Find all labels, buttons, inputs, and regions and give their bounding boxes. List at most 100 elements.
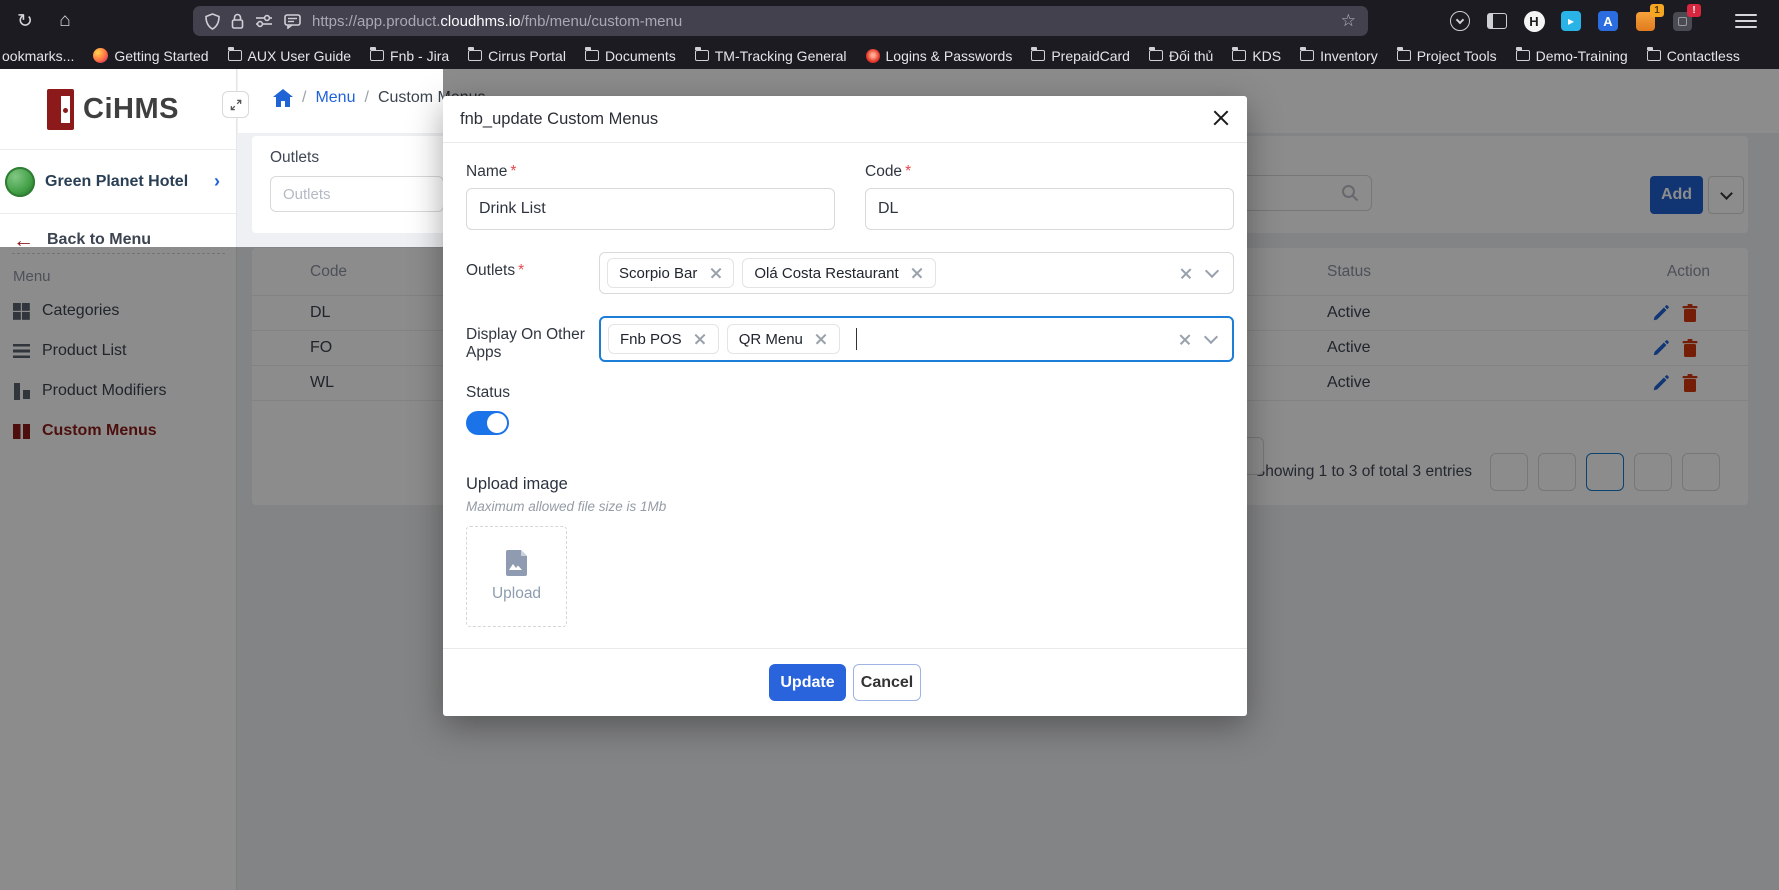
bookmark-label: AUX User Guide xyxy=(248,48,351,64)
selected-app-tag: Fnb POS xyxy=(608,324,719,354)
breadcrumb-separator: / xyxy=(364,89,368,107)
bookmark-label: Đối thủ xyxy=(1169,48,1213,64)
code-field[interactable] xyxy=(865,188,1234,230)
bookmark-item[interactable]: Logins & Passwords xyxy=(866,48,1013,64)
sidebar-collapse-button[interactable] xyxy=(222,91,249,118)
required-mark: * xyxy=(905,163,911,180)
bookmark-label: TM-Tracking General xyxy=(715,48,847,64)
bookmark-item[interactable]: Fnb - Jira xyxy=(370,48,449,64)
lock-icon[interactable] xyxy=(231,13,244,29)
display-apps-label: Display On Other Apps xyxy=(466,316,599,362)
cihms-logo-text: CiHMS xyxy=(83,93,179,126)
deepl-icon[interactable]: ▸ xyxy=(1559,9,1583,33)
bookmark-folder-icon xyxy=(93,48,108,63)
logo-row: CiHMS xyxy=(0,69,236,150)
status-label: Status xyxy=(466,384,1234,402)
chevron-down-icon[interactable] xyxy=(1206,332,1216,342)
refresh-icon[interactable]: ↻ xyxy=(10,7,40,35)
name-label: Name* xyxy=(466,163,835,181)
bookmark-folder-icon xyxy=(468,50,482,61)
upload-hint: Maximum allowed file size is 1Mb xyxy=(466,499,1234,514)
outlets-multiselect[interactable]: Scorpio BarOlá Costa Restaurant xyxy=(599,252,1234,294)
outlets-filter-select[interactable]: Outlets xyxy=(270,176,444,212)
h-extension-icon[interactable]: H xyxy=(1522,9,1546,33)
chevron-right-icon: › xyxy=(214,171,220,192)
bookmark-item[interactable]: Project Tools xyxy=(1397,48,1497,64)
text-cursor xyxy=(856,328,858,350)
translate-icon[interactable]: A xyxy=(1596,9,1620,33)
alert-extension-icon[interactable]: ! xyxy=(1670,9,1694,33)
cihms-logo-icon xyxy=(47,89,74,130)
bookmark-label: Project Tools xyxy=(1417,48,1497,64)
bookmark-item[interactable]: TM-Tracking General xyxy=(695,48,847,64)
url-text[interactable]: https://app.product.cloudhms.io/fnb/menu… xyxy=(312,13,682,30)
update-button[interactable]: Update xyxy=(769,664,846,701)
bookmark-folder-icon xyxy=(585,50,599,61)
bookmark-label: ookmarks... xyxy=(2,48,74,64)
update-custom-menus-modal: fnb_update Custom Menus Name* Code* Outl… xyxy=(443,96,1247,716)
breadcrumb-separator: / xyxy=(302,89,306,107)
hotel-name: Green Planet Hotel xyxy=(45,173,204,191)
bookmark-item[interactable]: Đối thủ xyxy=(1149,48,1213,64)
bookmark-item[interactable]: Demo-Training xyxy=(1516,48,1628,64)
shield-icon[interactable] xyxy=(205,13,220,30)
remove-tag-icon[interactable] xyxy=(911,267,924,280)
chevron-down-icon[interactable] xyxy=(1207,266,1217,276)
bookmark-folder-icon xyxy=(228,50,242,61)
modal-footer: Update Cancel xyxy=(443,648,1247,716)
bookmark-folder-icon xyxy=(1647,50,1661,61)
bookmark-item[interactable]: Getting Started xyxy=(93,48,208,64)
bookmark-item[interactable]: Inventory xyxy=(1300,48,1378,64)
pocket-icon[interactable] xyxy=(1448,9,1472,33)
display-apps-multiselect[interactable]: Fnb POSQR Menu xyxy=(599,316,1234,362)
bookmark-label: Getting Started xyxy=(114,48,208,64)
upload-button-label: Upload xyxy=(492,585,541,603)
cancel-button[interactable]: Cancel xyxy=(853,664,921,701)
breadcrumb-menu-link[interactable]: Menu xyxy=(315,89,355,107)
bookmarks-bar: ookmarks... Getting Started AUX User Gui… xyxy=(0,42,1779,69)
bookmark-item[interactable]: Contactless xyxy=(1647,48,1740,64)
bookmark-star-icon[interactable]: ☆ xyxy=(1341,11,1356,31)
sidebar-toggle-icon[interactable] xyxy=(1485,9,1509,33)
modal-header: fnb_update Custom Menus xyxy=(443,96,1247,143)
bookmark-folder-icon xyxy=(370,50,384,61)
bookmark-item[interactable]: Documents xyxy=(585,48,676,64)
required-mark: * xyxy=(518,262,524,279)
hotel-selector[interactable]: Green Planet Hotel › xyxy=(0,150,236,214)
home-icon[interactable]: ⌂ xyxy=(50,7,80,35)
bookmark-item[interactable]: Cirrus Portal xyxy=(468,48,566,64)
remove-tag-icon[interactable] xyxy=(815,333,828,346)
bookmark-folder-icon xyxy=(1516,50,1530,61)
code-label: Code* xyxy=(865,163,1234,181)
address-bar[interactable]: https://app.product.cloudhms.io/fnb/menu… xyxy=(193,6,1368,36)
upload-image-label: Upload image xyxy=(466,475,1234,494)
bookmark-label: Demo-Training xyxy=(1536,48,1628,64)
remove-tag-icon[interactable] xyxy=(709,267,722,280)
home-icon[interactable] xyxy=(273,89,293,107)
clear-selection-icon[interactable] xyxy=(1178,266,1193,281)
close-button[interactable] xyxy=(1211,108,1230,130)
bookmark-item[interactable]: AUX User Guide xyxy=(228,48,351,64)
remove-tag-icon[interactable] xyxy=(694,333,707,346)
name-field[interactable] xyxy=(466,188,835,230)
bookmark-item[interactable]: ookmarks... xyxy=(2,48,74,64)
bookmark-folder-icon xyxy=(866,49,880,63)
selected-outlet-tag: Olá Costa Restaurant xyxy=(742,258,935,288)
planet-icon xyxy=(5,167,35,197)
bookmark-folder-icon xyxy=(1300,50,1314,61)
basket-extension-icon[interactable]: 1 xyxy=(1633,9,1657,33)
notes-icon[interactable] xyxy=(284,14,301,29)
upload-dropzone[interactable]: Upload xyxy=(466,526,567,627)
bookmark-item[interactable]: PrepaidCard xyxy=(1031,48,1130,64)
menu-icon[interactable] xyxy=(1735,11,1757,31)
collapse-icon xyxy=(229,98,243,112)
bookmark-label: Cirrus Portal xyxy=(488,48,566,64)
clear-selection-icon[interactable] xyxy=(1177,332,1192,347)
extension-cluster: H ▸ A 1 ! xyxy=(1448,0,1694,42)
close-icon xyxy=(1211,108,1230,127)
permissions-icon[interactable] xyxy=(255,14,273,28)
bookmark-folder-icon xyxy=(1232,50,1246,61)
bookmark-item[interactable]: KDS xyxy=(1232,48,1281,64)
browser-toolbar: ↻ ⌂ https://app.product.cloudhms.io/fnb/… xyxy=(0,0,1779,42)
status-toggle[interactable] xyxy=(466,411,509,435)
